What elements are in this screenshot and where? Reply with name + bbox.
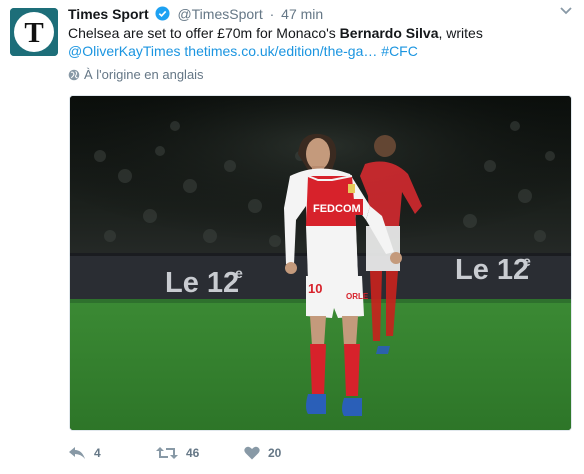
- reply-icon: [69, 447, 85, 459]
- tweet[interactable]: T Times Sport @TimesSport · 47 min Chels…: [0, 0, 584, 474]
- like-button[interactable]: 20: [244, 446, 324, 460]
- shorts-number: 10: [308, 281, 322, 296]
- heart-icon: [244, 446, 260, 460]
- avatar-letter: T: [24, 17, 43, 49]
- avatar[interactable]: T: [10, 8, 58, 56]
- header-separator: ·: [269, 6, 275, 22]
- tweet-header: Times Sport @TimesSport · 47 min: [68, 5, 323, 23]
- times-logo-icon: T: [10, 8, 58, 56]
- retweet-count: 46: [186, 446, 200, 460]
- globe-icon: [68, 69, 80, 81]
- article-link[interactable]: thetimes.co.uk/edition/the-ga…: [184, 43, 377, 59]
- author-name[interactable]: Times Sport: [68, 6, 149, 22]
- tweet-timestamp[interactable]: 47 min: [281, 6, 323, 22]
- author-handle[interactable]: @TimesSport: [177, 6, 262, 22]
- shirt-sponsor: FEDCOM: [313, 203, 361, 215]
- reply-count: 4: [94, 446, 101, 460]
- translate-note[interactable]: À l'origine en anglais: [68, 67, 204, 83]
- tweet-actions: 4 46 20: [68, 443, 324, 463]
- board-text-right: Le 12: [455, 254, 529, 286]
- tweet-text-bold: Bernardo Silva: [339, 25, 439, 41]
- tweet-text: Chelsea are set to offer £70m for Monaco…: [68, 24, 578, 60]
- tweet-photo[interactable]: Le 12 e Le 12 e FEDCOM 10 ORLE: [69, 95, 572, 431]
- football-photo: Le 12 e Le 12 e FEDCOM 10 ORLE: [70, 96, 571, 430]
- board-text-left: Le 12: [165, 267, 239, 299]
- mention-link[interactable]: @OliverKayTimes: [68, 43, 181, 59]
- translate-label: À l'origine en anglais: [84, 67, 204, 82]
- tweet-text-after: , writes: [438, 25, 483, 41]
- shorts-sponsor: ORLE: [346, 292, 369, 301]
- reply-button[interactable]: 4: [68, 446, 156, 460]
- like-count: 20: [268, 446, 282, 460]
- board-sup-left: e: [235, 265, 243, 281]
- retweet-button[interactable]: 46: [156, 446, 244, 460]
- hashtag-link[interactable]: #CFC: [381, 43, 418, 59]
- retweet-icon: [156, 447, 178, 459]
- chevron-down-icon[interactable]: [558, 4, 574, 18]
- board-sup-right: e: [523, 253, 531, 269]
- tweet-text-before: Chelsea are set to offer £70m for Monaco…: [68, 25, 340, 41]
- verified-badge-icon: [155, 6, 170, 21]
